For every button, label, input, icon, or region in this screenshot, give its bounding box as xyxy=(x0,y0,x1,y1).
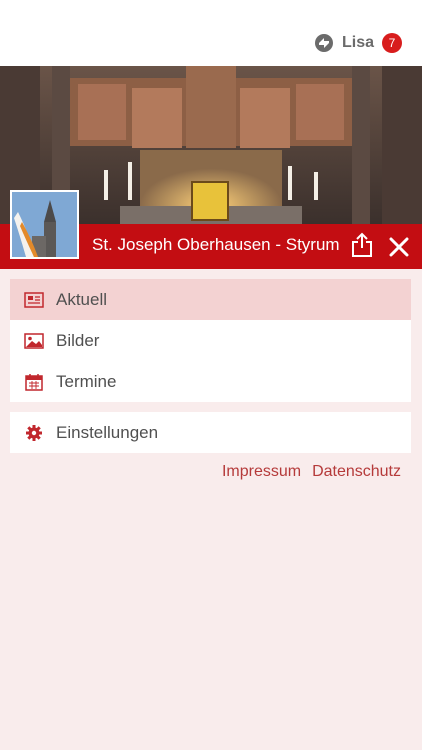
menu-item-aktuell[interactable]: Aktuell xyxy=(10,279,411,320)
menu-item-label: Einstellungen xyxy=(56,422,159,442)
image-icon xyxy=(24,331,44,351)
menu-item-label: Bilder xyxy=(56,330,100,350)
user-account[interactable]: Lisa 7 xyxy=(314,33,402,53)
impressum-link[interactable]: Impressum xyxy=(222,463,301,481)
notification-badge[interactable]: 7 xyxy=(382,33,402,53)
parish-thumbnail xyxy=(10,190,79,259)
page-title: St. Joseph Oberhausen - Styrum xyxy=(92,235,340,254)
top-bar: Lisa 7 xyxy=(0,0,422,66)
sync-icon xyxy=(314,34,333,52)
share-icon[interactable] xyxy=(350,232,374,258)
footer-links: Impressum Datenschutz xyxy=(222,463,401,481)
gear-icon xyxy=(24,423,44,443)
calendar-icon xyxy=(24,372,44,392)
menu-item-label: Termine xyxy=(56,371,117,391)
main-menu: Aktuell Bilder Termine xyxy=(10,279,411,402)
newspaper-icon xyxy=(24,290,44,310)
settings-menu: Einstellungen xyxy=(10,412,411,453)
datenschutz-link[interactable]: Datenschutz xyxy=(312,463,401,481)
menu-item-bilder[interactable]: Bilder xyxy=(10,320,411,361)
close-icon[interactable] xyxy=(388,236,410,258)
menu-item-einstellungen[interactable]: Einstellungen xyxy=(10,412,411,453)
user-name: Lisa xyxy=(341,34,374,51)
menu-item-termine[interactable]: Termine xyxy=(10,361,411,402)
menu-item-label: Aktuell xyxy=(56,289,108,309)
